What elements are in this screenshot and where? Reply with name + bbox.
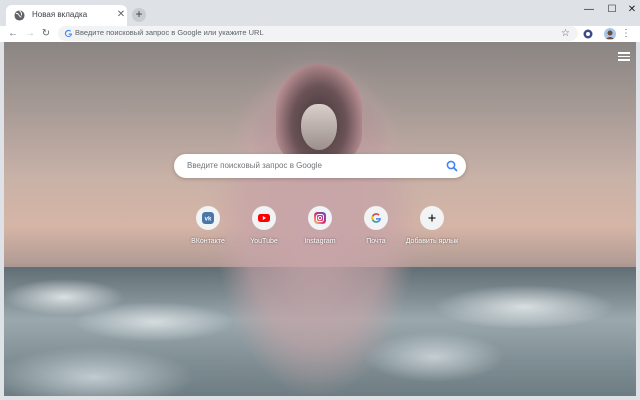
shortcut-tile [420,206,444,230]
extension-icon[interactable] [583,29,593,39]
shortcut-label: Добавить ярлык [405,238,459,245]
background-mask [301,104,337,150]
instagram-icon [314,212,326,224]
shortcut-tile [252,206,276,230]
google-icon [371,213,381,223]
window-close-button[interactable]: ✕ [624,3,640,17]
globe-icon [14,10,25,21]
google-icon [64,29,73,38]
search-placeholder: Введите поисковый запрос в Google [187,161,322,170]
new-tab-button[interactable]: + [132,8,146,22]
back-button[interactable]: ← [7,26,19,42]
hamburger-menu-icon[interactable] [618,52,630,62]
plus-icon [428,214,436,222]
tab-new-tab[interactable]: Новая вкладка ✕ [6,5,127,26]
tab-strip: Новая вкладка ✕ + — ☐ ✕ [0,0,640,26]
tab-title: Новая вкладка [32,10,88,19]
profile-avatar[interactable] [604,28,616,40]
toolbar: ← → ↻ Введите поисковый запрос в Google … [0,26,640,42]
minimize-button[interactable]: — [581,3,597,17]
forward-button[interactable]: → [24,26,36,42]
shortcut-mail[interactable]: Почта [346,206,406,254]
search-icon[interactable] [446,160,458,172]
shortcut-tile: vk [196,206,220,230]
search-input[interactable]: Введите поисковый запрос в Google [174,154,466,178]
bookmark-star-icon[interactable]: ☆ [561,26,570,41]
shortcut-tile [308,206,332,230]
address-bar[interactable]: Введите поисковый запрос в Google или ук… [58,26,578,41]
svg-text:vk: vk [205,216,212,222]
vk-icon: vk [202,212,214,224]
new-tab-page: Введите поисковый запрос в Google vk ВКо… [4,42,636,396]
add-shortcut-button[interactable]: Добавить ярлык [402,206,462,254]
tab-close-icon[interactable]: ✕ [115,8,127,22]
shortcut-tile [364,206,388,230]
shortcut-vk[interactable]: vk ВКонтакте [178,206,238,254]
address-bar-placeholder: Введите поисковый запрос в Google или ук… [75,28,264,37]
chrome-menu-icon[interactable]: ⋮ [621,26,631,42]
youtube-icon [258,214,270,222]
shortcut-youtube[interactable]: YouTube [234,206,294,254]
maximize-button[interactable]: ☐ [604,3,620,17]
reload-button[interactable]: ↻ [40,26,52,42]
shortcut-instagram[interactable]: Instagram [290,206,350,254]
shortcut-label: YouTube [250,238,278,245]
shortcut-label: Почта [366,238,386,245]
shortcut-label: Instagram [304,238,336,245]
shortcut-label: ВКонтакте [191,238,225,245]
